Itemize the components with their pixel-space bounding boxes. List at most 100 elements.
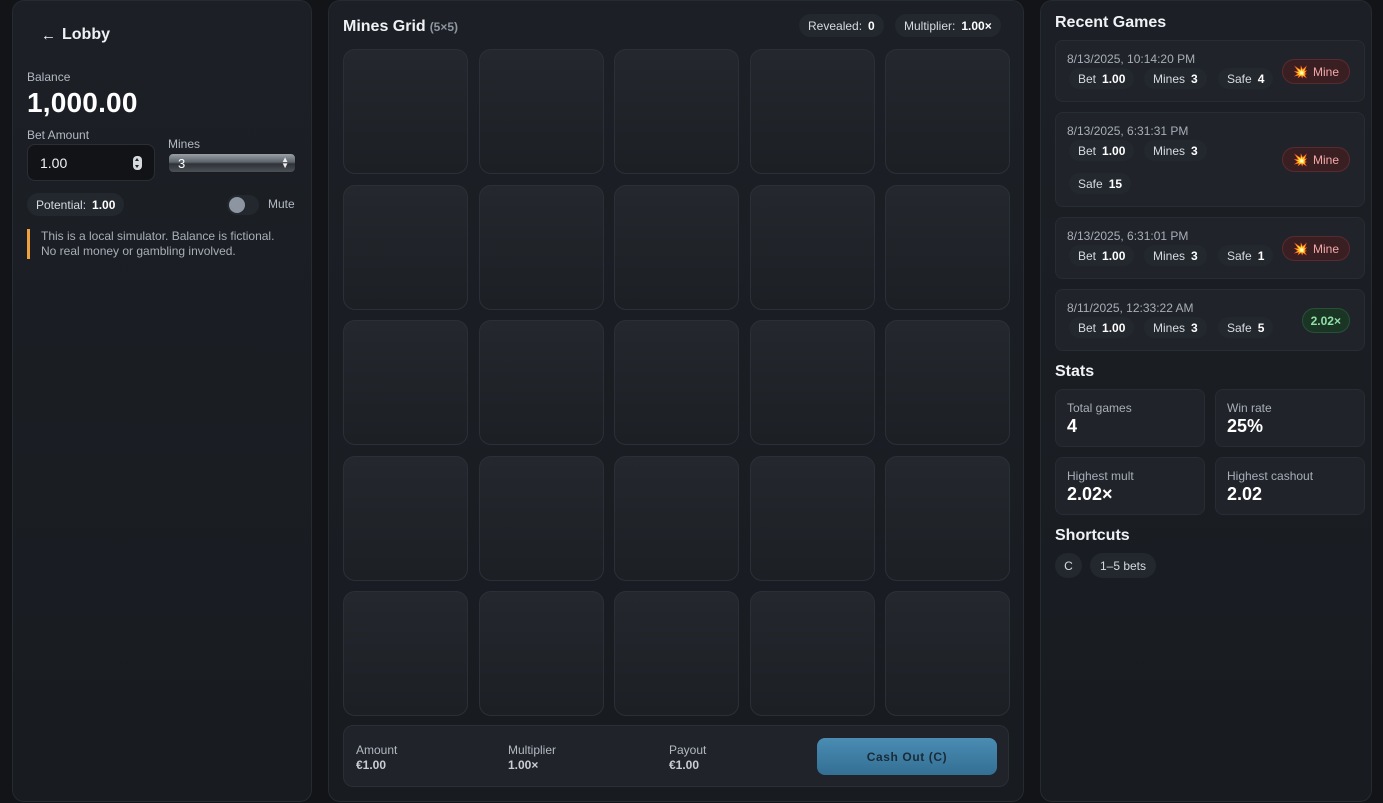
mute-label: Mute [268, 197, 295, 211]
result-badge-win: 2.02× [1301, 308, 1350, 333]
grid-tile[interactable] [478, 320, 604, 445]
safe-label: Safe [1227, 248, 1252, 263]
cash-out-button[interactable]: Cash Out (C) [817, 738, 997, 775]
grid-tile[interactable] [478, 591, 604, 716]
stat-total-games: Total games 4 [1055, 389, 1205, 447]
mines-value: 3 [1191, 71, 1198, 86]
grid-tile[interactable] [749, 49, 875, 174]
stat-highest-cashout: Highest cashout 2.02 [1215, 457, 1365, 515]
mines-chip: Mines 3 [1144, 140, 1207, 161]
safe-value: 4 [1257, 71, 1265, 86]
grid-tile[interactable] [343, 320, 468, 445]
shortcuts-title: Shortcuts [1055, 527, 1130, 544]
footer-multiplier-field: Multiplier 1.00× [508, 743, 556, 773]
balance-label: Balance [27, 70, 71, 84]
mines-chip: Mines 3 [1144, 317, 1207, 338]
lobby-label: Lobby [62, 26, 110, 43]
grid-tile[interactable] [343, 49, 468, 174]
revealed-value: 0 [868, 18, 875, 33]
potential-label: Potential: [36, 197, 87, 212]
grid-tile[interactable] [614, 184, 739, 310]
stat-label: Total games [1067, 401, 1132, 415]
payout-value: €1.00 [669, 758, 700, 772]
result-badge-mine: 💥 Mine [1282, 59, 1350, 84]
stat-value: 2.02× [1067, 484, 1113, 504]
grid-tile[interactable] [614, 591, 739, 716]
stat-label: Win rate [1227, 401, 1272, 415]
mines-value: 3 [1191, 248, 1198, 263]
safe-label: Safe [1227, 320, 1252, 335]
explosion-icon: 💥 [1293, 64, 1308, 79]
lobby-button[interactable]: ← Lobby [41, 25, 110, 45]
potential-value: 1.00 [92, 197, 116, 212]
mines-value: 3 [1191, 143, 1198, 158]
result-badge-mine: 💥 Mine [1282, 236, 1350, 261]
grid-tile[interactable] [478, 184, 604, 310]
safe-label: Safe [1078, 176, 1103, 191]
grid-tile[interactable] [614, 455, 739, 581]
recent-games-title: Recent Games [1055, 14, 1167, 31]
payout-field: Payout €1.00 [669, 743, 706, 773]
recent-game-card: 8/11/2025, 12:33:22 AM Bet 1.00 Mines 3 Sa… [1055, 289, 1365, 351]
recent-game-card: 8/13/2025, 6:31:01 PM Bet 1.00 Mines 3 Saf… [1055, 217, 1365, 279]
grid-tile[interactable] [614, 49, 739, 174]
stat-value: 2.02 [1227, 484, 1263, 504]
bet-label: Bet [1078, 248, 1097, 263]
grid-tile[interactable] [478, 49, 604, 174]
grid-tile[interactable] [885, 320, 1010, 445]
bet-amount-input[interactable]: 1.00 [27, 144, 155, 181]
bet-chip: Bet 1.00 [1069, 140, 1135, 161]
grid-title-text: Mines Grid [343, 18, 426, 35]
explosion-icon: 💥 [1293, 241, 1308, 256]
grid-tile[interactable] [749, 320, 875, 445]
multiplier-label: Multiplier: [904, 18, 956, 33]
bet-label: Bet [1078, 71, 1097, 86]
safe-chip: Safe 5 [1218, 317, 1274, 338]
recent-game-card: 8/13/2025, 6:31:31 PM Bet 1.00 Mines 3 Saf… [1055, 112, 1365, 207]
grid-tile[interactable] [885, 184, 1010, 310]
stepper-icon[interactable] [133, 155, 142, 170]
grid-tile[interactable] [343, 591, 468, 716]
grid-tile[interactable] [885, 49, 1010, 174]
multiplier-badge: Multiplier: 1.00× [895, 14, 1001, 37]
safe-value: 15 [1108, 176, 1123, 191]
shortcut-key: C [1055, 553, 1082, 578]
bet-value: 1.00 [1102, 71, 1126, 86]
amount-label: Amount [356, 743, 398, 757]
grid-tile[interactable] [478, 455, 604, 581]
mines-label: Mines [1153, 71, 1186, 86]
safe-chip: Safe 15 [1069, 173, 1132, 194]
grid-tile[interactable] [343, 455, 468, 581]
grid-size-label: (5×5) [429, 20, 459, 34]
mute-toggle[interactable] [227, 195, 259, 215]
stat-highest-mult: Highest mult 2.02× [1055, 457, 1205, 515]
explosion-icon: 💥 [1293, 152, 1308, 167]
grid-tile[interactable] [749, 455, 875, 581]
mines-label: Mines [1153, 320, 1186, 335]
bet-chip: Bet 1.00 [1069, 245, 1135, 266]
grid-title: Mines Grid (5×5) [343, 18, 458, 36]
mines-select[interactable]: 3 ▲ ▼ [168, 153, 296, 173]
bet-label: Bet [1078, 320, 1097, 335]
game-date: 8/13/2025, 10:14:20 PM [1067, 52, 1196, 66]
grid-tile[interactable] [885, 591, 1010, 716]
round-footer: Amount €1.00 Multiplier 1.00× Payout €1.… [343, 725, 1009, 787]
grid-tile[interactable] [885, 455, 1010, 581]
grid-tile[interactable] [343, 184, 468, 310]
grid-tile[interactable] [749, 591, 875, 716]
notice-line-2: No real money or gambling involved. [41, 244, 236, 258]
bet-label: Bet [1078, 143, 1097, 158]
potential-badge: Potential: 1.00 [27, 193, 125, 216]
revealed-badge: Revealed: 0 [799, 14, 884, 37]
payout-label: Payout [669, 743, 707, 757]
grid-tile[interactable] [749, 184, 875, 310]
recent-game-card: 8/13/2025, 10:14:20 PM Bet 1.00 Mines 3 Sa… [1055, 40, 1365, 102]
bet-chip: Bet 1.00 [1069, 68, 1135, 89]
mines-select-value: 3 [178, 155, 186, 171]
bet-chip: Bet 1.00 [1069, 317, 1135, 338]
grid-tile[interactable] [614, 320, 739, 445]
shortcut-key: 1–5 bets [1090, 553, 1156, 578]
game-date: 8/11/2025, 12:33:22 AM [1067, 301, 1194, 315]
mines-grid-panel: Mines Grid (5×5) Revealed: 0 Multiplier: … [328, 0, 1024, 802]
mines-grid [343, 49, 1011, 717]
